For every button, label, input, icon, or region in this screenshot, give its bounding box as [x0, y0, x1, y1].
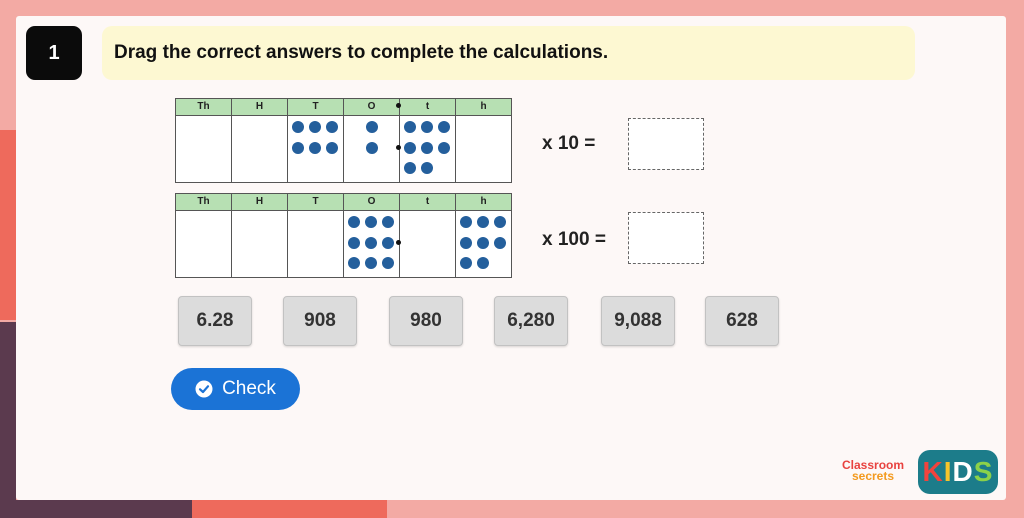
counter [365, 257, 377, 269]
column-header: t [400, 194, 456, 210]
counter [292, 142, 304, 154]
thousands-cell [176, 211, 232, 277]
question-text: Drag the correct answers to complete the… [102, 26, 915, 80]
ones-cell [344, 103, 401, 182]
counter [421, 142, 433, 154]
counter [326, 142, 338, 154]
kids-logo: K I D S [918, 450, 998, 494]
column-header: O [344, 194, 400, 210]
background-stripe [192, 500, 387, 518]
answer-tile[interactable]: 6,280 [494, 296, 568, 346]
place-value-header: Th H T O t h [175, 193, 512, 211]
counter [348, 237, 360, 249]
counter [438, 121, 450, 133]
logo-letter: I [943, 456, 953, 487]
counter [382, 216, 394, 228]
column-header: Th [176, 99, 232, 115]
counter [438, 142, 450, 154]
counter [365, 216, 377, 228]
column-header: Th [176, 194, 232, 210]
answer-tile[interactable]: 908 [283, 296, 357, 346]
tens-cell [288, 211, 344, 277]
equation-label: x 100 = [542, 229, 606, 250]
place-value-chart-1: Th H T O t h [175, 98, 512, 183]
check-button[interactable]: Check [171, 368, 300, 410]
answer-tile[interactable]: 6.28 [178, 296, 252, 346]
column-header: h [480, 101, 487, 112]
answer-tile[interactable]: 9,088 [601, 296, 675, 346]
counter [365, 237, 377, 249]
counter [366, 142, 378, 154]
check-circle-icon [195, 380, 213, 398]
column-header: O [344, 99, 400, 115]
counter [382, 237, 394, 249]
counter [460, 216, 472, 228]
thousands-cell [176, 116, 232, 182]
counter [309, 121, 321, 133]
background-stripe [0, 500, 192, 518]
column-header: h [480, 196, 487, 207]
counter [404, 162, 416, 174]
answer-drop-zone[interactable] [628, 118, 704, 170]
place-value-body [175, 211, 512, 278]
classroom-secrets-logo: Classroom secrets [842, 459, 904, 483]
counter [477, 257, 489, 269]
counter [477, 216, 489, 228]
background-stripe [0, 130, 16, 320]
tenths-cell [400, 116, 456, 182]
counter [348, 216, 360, 228]
hundredths-cell [456, 211, 511, 277]
counter [421, 121, 433, 133]
counter [404, 142, 416, 154]
counter [348, 257, 360, 269]
tens-cell [288, 116, 344, 182]
column-header: H [232, 99, 288, 115]
question-number: 1 [26, 26, 82, 80]
counter [494, 216, 506, 228]
answer-tile[interactable]: 980 [389, 296, 463, 346]
check-button-label: Check [222, 378, 276, 399]
counter [477, 237, 489, 249]
counter [309, 142, 321, 154]
tenths-cell [400, 211, 456, 277]
equation-label: x 10 = [542, 133, 596, 154]
hundreds-cell [232, 116, 288, 182]
counter [326, 121, 338, 133]
hundreds-cell [232, 211, 288, 277]
counter [404, 121, 416, 133]
column-header: T [288, 194, 344, 210]
counter [460, 257, 472, 269]
logo-letter: K [922, 456, 944, 487]
place-value-body [175, 103, 512, 183]
column-header: T [288, 99, 344, 115]
answer-drop-zone[interactable] [628, 212, 704, 264]
logo-letter: D [952, 456, 974, 487]
ones-cell [344, 211, 401, 277]
counter [382, 257, 394, 269]
column-header: t [400, 99, 456, 115]
counter [460, 237, 472, 249]
place-value-chart-2: Th H T O t h [175, 193, 512, 278]
counter [366, 121, 378, 133]
hundredths-cell [456, 116, 511, 182]
logo-text: secrets [851, 469, 895, 483]
background-stripe [0, 322, 16, 518]
counter [494, 237, 506, 249]
logo-letter: S [973, 456, 994, 487]
decimal-point [396, 103, 401, 108]
counter [292, 121, 304, 133]
place-value-header: Th H T O t h [175, 98, 512, 116]
counter [421, 162, 433, 174]
column-header: H [232, 194, 288, 210]
answer-tile[interactable]: 628 [705, 296, 779, 346]
